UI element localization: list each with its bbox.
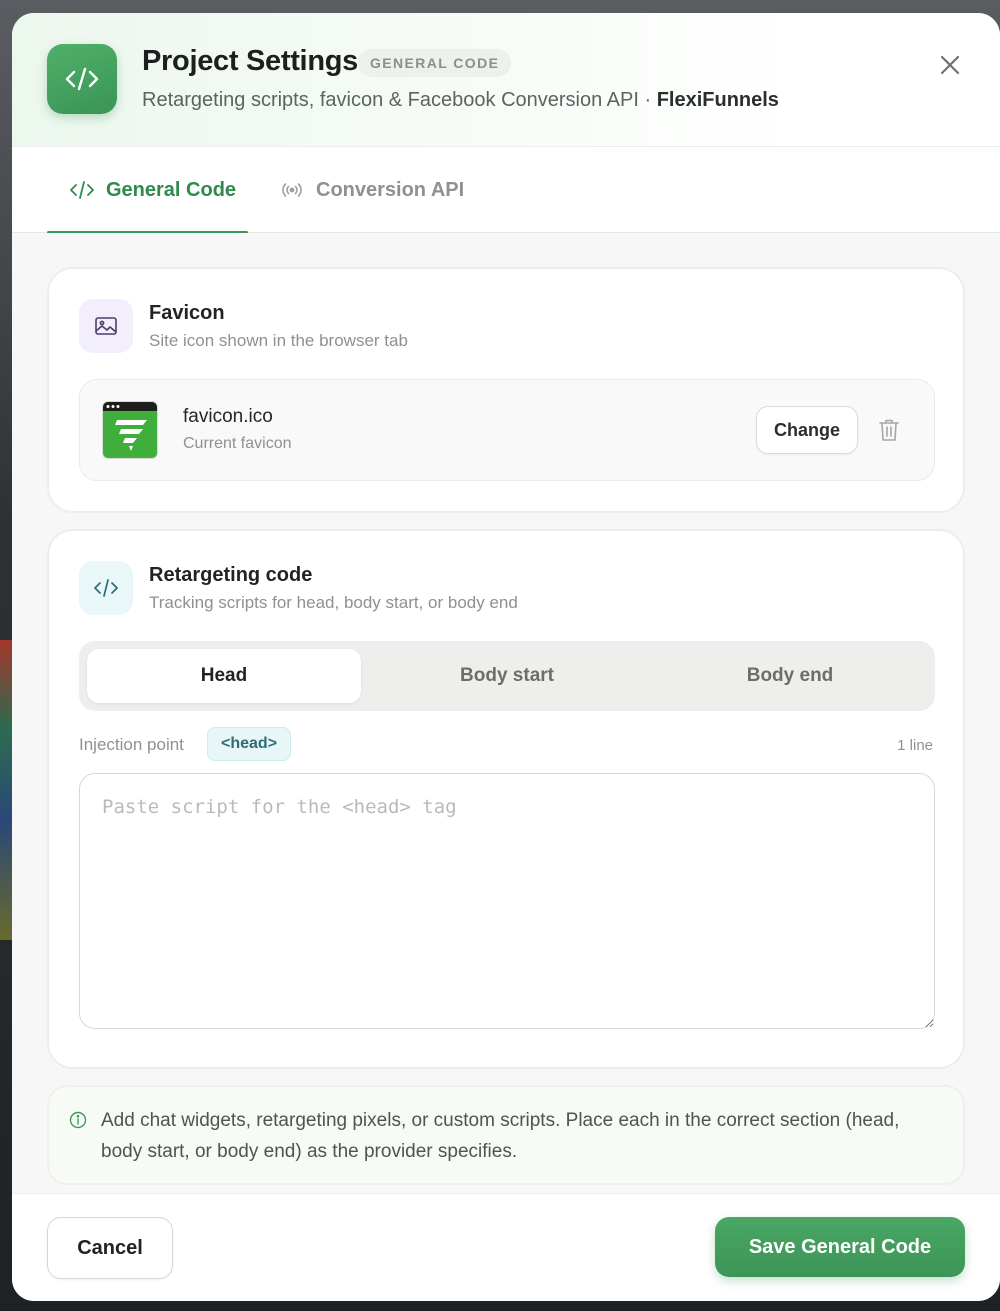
segment-body-start[interactable]: Body start xyxy=(370,649,644,703)
brand-name: FlexiFunnels xyxy=(656,89,779,111)
favicon-title: Favicon xyxy=(149,302,225,324)
code-icon xyxy=(47,44,117,114)
broadcast-icon xyxy=(282,183,302,197)
tab-label: General Code xyxy=(106,178,237,201)
favicon-filename: favicon.ico xyxy=(183,406,273,427)
code-icon xyxy=(70,181,94,199)
favicon-subtitle: Site icon shown in the browser tab xyxy=(149,331,408,350)
delete-favicon-button[interactable] xyxy=(878,418,900,442)
tab-general-code[interactable]: General Code xyxy=(47,147,248,234)
info-text: Add chat widgets, retargeting pixels, or… xyxy=(101,1110,900,1162)
modal-footer: Cancel Save General Code xyxy=(12,1193,1000,1301)
favicon-card: Favicon Site icon shown in the browser t… xyxy=(47,267,965,513)
save-general-code-button[interactable]: Save General Code xyxy=(715,1217,965,1277)
injection-segmented-control: Head Body start Body end xyxy=(79,641,935,711)
modal-header: Project Settings GENERAL CODE Retargetin… xyxy=(12,13,1000,147)
segment-head[interactable]: Head xyxy=(87,649,361,703)
section-badge: GENERAL CODE xyxy=(358,49,512,77)
image-icon xyxy=(79,299,133,353)
favicon-description: Current favicon xyxy=(183,435,292,452)
modal-content: Favicon Site icon shown in the browser t… xyxy=(12,233,1000,1193)
script-textarea[interactable] xyxy=(79,773,935,1029)
close-icon xyxy=(940,55,960,75)
settings-tabs: General Code Conversion API xyxy=(12,147,1000,234)
code-icon xyxy=(79,561,133,615)
subtitle-text: Retargeting scripts, favicon & Facebook … xyxy=(142,89,657,111)
injection-point-label: Injection point xyxy=(79,735,184,754)
cancel-button[interactable]: Cancel xyxy=(47,1217,173,1279)
retargeting-card: Retargeting code Tracking scripts for he… xyxy=(47,529,965,1069)
info-icon xyxy=(69,1111,87,1129)
change-favicon-button[interactable]: Change xyxy=(756,406,858,454)
retargeting-title: Retargeting code xyxy=(149,564,313,586)
retargeting-subtitle: Tracking scripts for head, body start, o… xyxy=(149,593,518,612)
project-settings-modal: Project Settings GENERAL CODE Retargetin… xyxy=(12,13,1000,1301)
tab-conversion-api[interactable]: Conversion API xyxy=(280,147,464,233)
trash-icon xyxy=(879,419,899,441)
close-button[interactable] xyxy=(935,50,965,80)
page-title: Project Settings xyxy=(142,45,358,77)
info-callout: Add chat widgets, retargeting pixels, or… xyxy=(47,1085,965,1185)
segment-body-end[interactable]: Body end xyxy=(653,649,927,703)
favicon-file-row: favicon.ico Current favicon Change xyxy=(79,379,935,481)
favicon-thumbnail xyxy=(102,401,158,459)
line-count: 1 line xyxy=(897,737,933,754)
tab-label: Conversion API xyxy=(316,178,465,201)
injection-tag-chip: <head> xyxy=(207,727,292,761)
page-subtitle: Retargeting scripts, favicon & Facebook … xyxy=(142,89,779,112)
